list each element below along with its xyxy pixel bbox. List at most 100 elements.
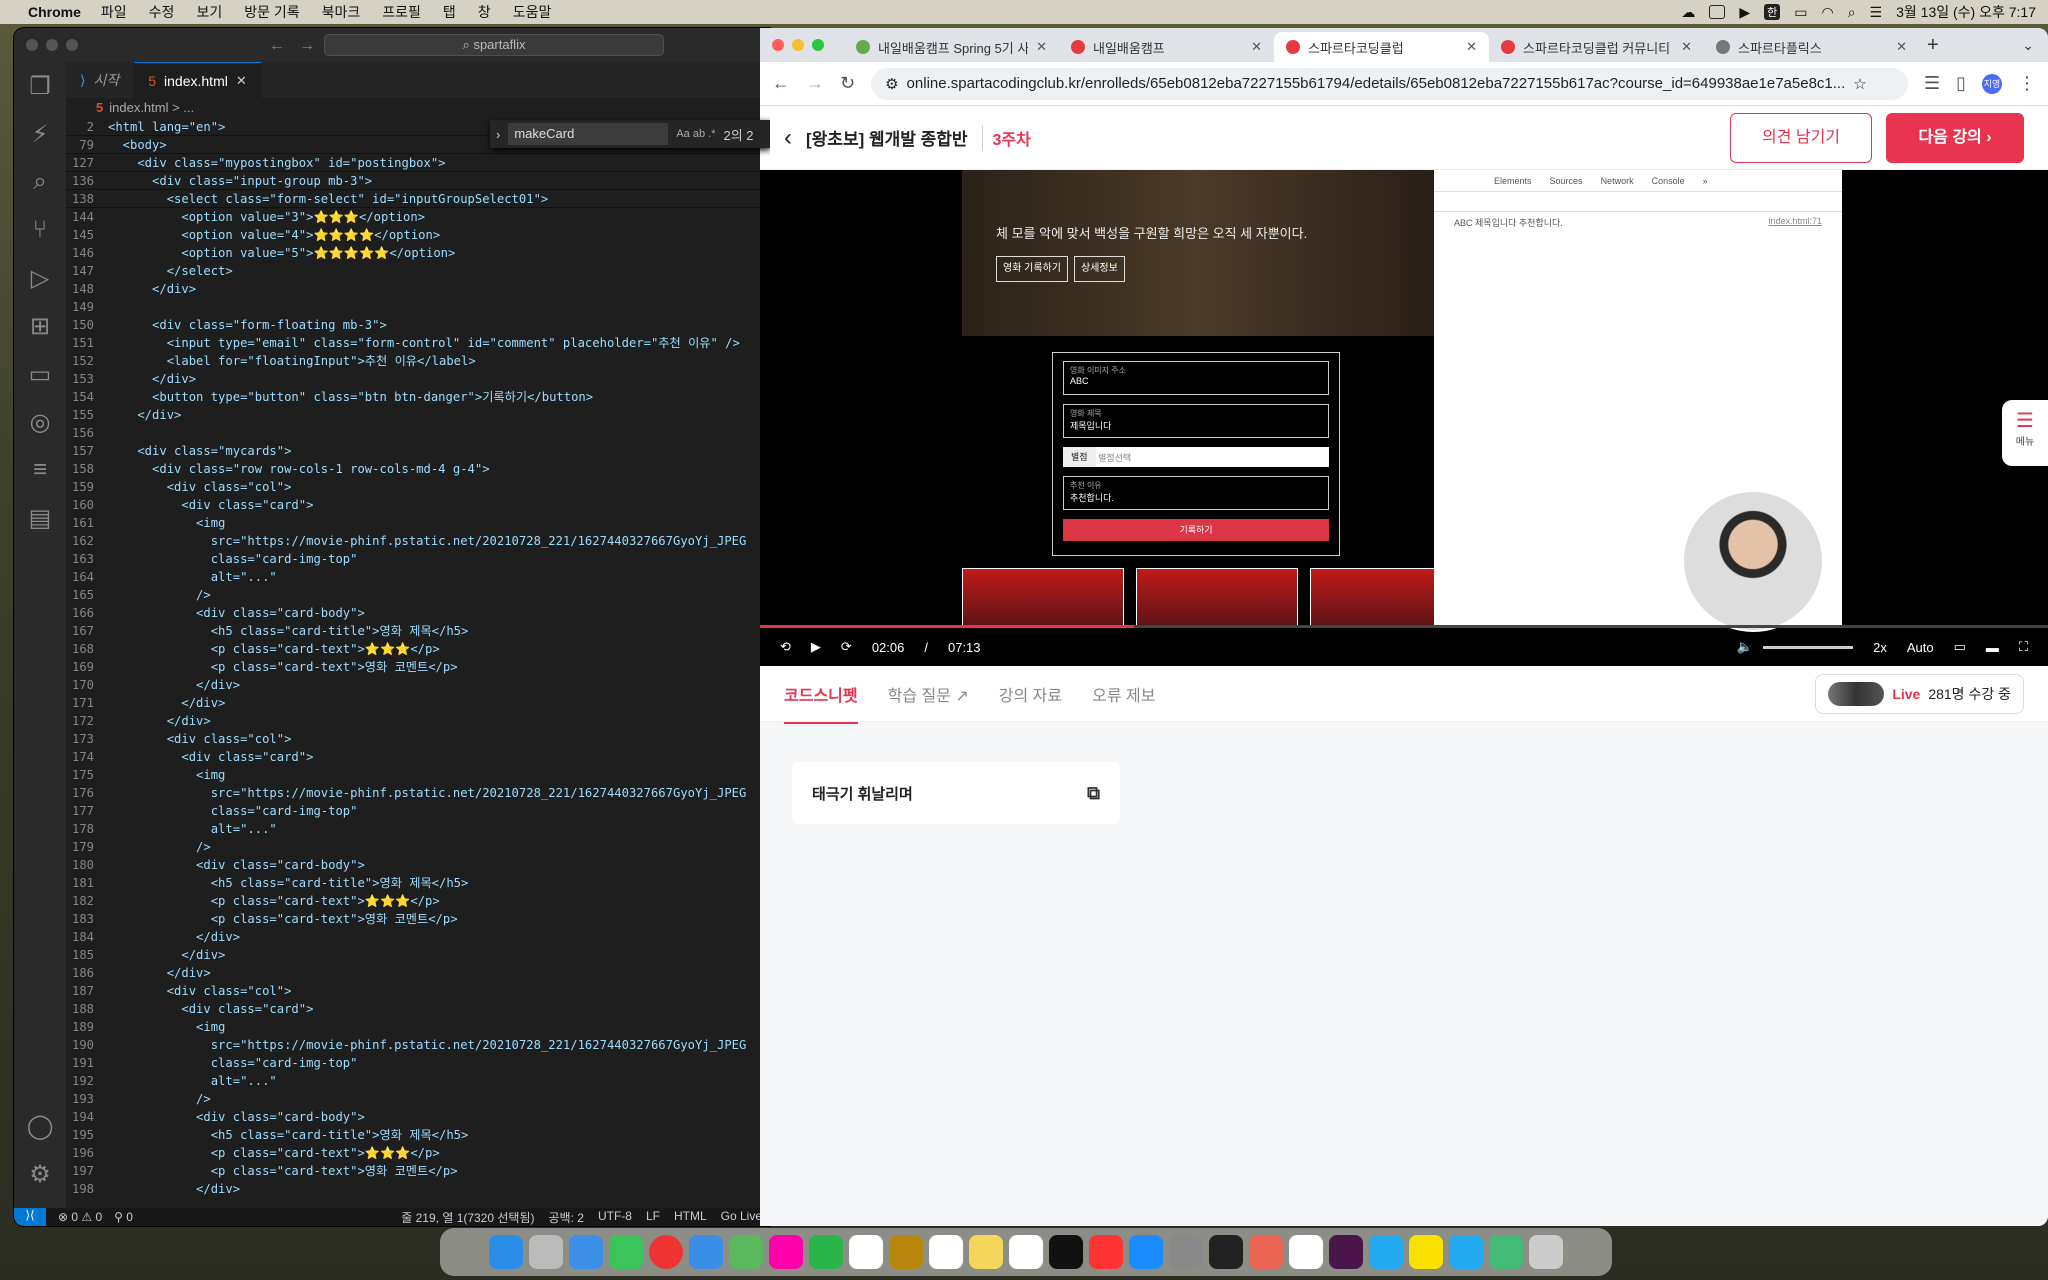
- tab-materials[interactable]: 강의 자료: [999, 682, 1062, 706]
- code-line[interactable]: 176 src="https://movie-phinf.pstatic.net…: [66, 784, 770, 802]
- quality-button[interactable]: Auto: [1907, 640, 1934, 655]
- code-line[interactable]: 175 <img: [66, 766, 770, 784]
- close-tab-icon[interactable]: ✕: [1681, 39, 1692, 55]
- code-line[interactable]: 160 <div class="card">: [66, 496, 770, 514]
- code-line[interactable]: 178 alt="...": [66, 820, 770, 838]
- reading-list-icon[interactable]: ☰: [1924, 73, 1940, 94]
- notion-icon[interactable]: [1289, 1235, 1323, 1269]
- code-line[interactable]: 144 <option value="3">⭐⭐⭐</option>: [66, 208, 770, 226]
- ports-count[interactable]: ⚲ 0: [114, 1210, 133, 1224]
- freeform-icon[interactable]: [1009, 1235, 1043, 1269]
- subtitles-icon[interactable]: ▭: [1954, 639, 1966, 655]
- code-line[interactable]: 165 />: [66, 586, 770, 604]
- copy-icon[interactable]: ⧉: [1087, 783, 1100, 804]
- terminal-icon[interactable]: [1209, 1235, 1243, 1269]
- code-line[interactable]: 196 <p class="card-text">⭐⭐⭐</p>: [66, 1144, 770, 1162]
- code-line[interactable]: 145 <option value="4">⭐⭐⭐⭐</option>: [66, 226, 770, 244]
- code-line[interactable]: 197 <p class="card-text">영화 코멘트</p>: [66, 1162, 770, 1180]
- code-line[interactable]: 152 <label for="floatingInput">추천 이유</la…: [66, 352, 770, 370]
- sticky-scroll-line[interactable]: 138 <select class="form-select" id="inpu…: [66, 190, 770, 208]
- launchpad-icon[interactable]: [529, 1235, 563, 1269]
- vscode-icon[interactable]: [1369, 1235, 1403, 1269]
- menu-tab[interactable]: 탭: [443, 2, 456, 22]
- control-center-icon[interactable]: ☰: [1870, 4, 1883, 21]
- browser-tab[interactable]: 내일배움캠프 ✕: [1059, 32, 1274, 62]
- code-line[interactable]: 168 <p class="card-text">⭐⭐⭐</p>: [66, 640, 770, 658]
- code-line[interactable]: 198 </div>: [66, 1180, 770, 1198]
- code-line[interactable]: 146 <option value="5">⭐⭐⭐⭐⭐</option>: [66, 244, 770, 262]
- theater-mode-icon[interactable]: ▬: [1986, 640, 1999, 655]
- back-chevron-icon[interactable]: ‹: [784, 124, 792, 152]
- code-line[interactable]: 153 </div>: [66, 370, 770, 388]
- more-menu-icon[interactable]: ⋮: [2018, 73, 2036, 94]
- find-input[interactable]: makeCard: [508, 123, 669, 145]
- gear-icon[interactable]: ⚙: [14, 1150, 66, 1198]
- code-line[interactable]: 184 </div>: [66, 928, 770, 946]
- tab-welcome[interactable]: ⟩ 시작: [66, 62, 135, 98]
- indent-spaces[interactable]: 공백: 2: [549, 1209, 584, 1226]
- finder-icon[interactable]: [489, 1235, 523, 1269]
- code-line[interactable]: 157 <div class="mycards">: [66, 442, 770, 460]
- reminders-icon[interactable]: [929, 1235, 963, 1269]
- url-bar[interactable]: ⚙ online.spartacodingclub.kr/enrolleds/65…: [871, 67, 1908, 100]
- bookmark-star-icon[interactable]: ☆: [1853, 75, 1866, 93]
- side-panel-icon[interactable]: ▯: [1956, 73, 1966, 94]
- code-line[interactable]: 186 </div>: [66, 964, 770, 982]
- code-line[interactable]: 173 <div class="col">: [66, 730, 770, 748]
- speed-button[interactable]: 2x: [1873, 640, 1887, 655]
- snippet-card[interactable]: 태극기 휘날리며 ⧉: [792, 762, 1120, 824]
- play-icon[interactable]: ▶: [1739, 4, 1750, 21]
- menu-bookmarks[interactable]: 북마크: [322, 2, 361, 22]
- video-player[interactable]: 체 모를 악에 맞서 백성을 구원할 희망은 오직 세 자뿐이다. 영화 기록하…: [760, 170, 2048, 666]
- code-line[interactable]: 177 class="card-img-top": [66, 802, 770, 820]
- notes-icon[interactable]: [969, 1235, 1003, 1269]
- messages-icon[interactable]: [609, 1235, 643, 1269]
- wifi-icon[interactable]: ◠: [1821, 4, 1833, 21]
- close-tab-icon[interactable]: ✕: [1466, 39, 1477, 55]
- code-line[interactable]: 150 <div class="form-floating mb-3">: [66, 316, 770, 334]
- go-live-button[interactable]: Go Live: [721, 1209, 762, 1226]
- battery-icon[interactable]: ▭: [1794, 4, 1807, 21]
- chevron-right-icon[interactable]: ›: [496, 127, 500, 142]
- app-store-icon[interactable]: [1129, 1235, 1163, 1269]
- reload-icon[interactable]: ↻: [840, 73, 855, 94]
- code-line[interactable]: 179 />: [66, 838, 770, 856]
- code-line[interactable]: 194 <div class="card-body">: [66, 1108, 770, 1126]
- back-icon[interactable]: ←: [772, 73, 790, 94]
- code-line[interactable]: 187 <div class="col">: [66, 982, 770, 1000]
- close-window-icon[interactable]: [26, 39, 38, 51]
- code-line[interactable]: 181 <h5 class="card-title">영화 제목</h5>: [66, 874, 770, 892]
- command-center-search[interactable]: ⌕ spartaflix: [324, 34, 664, 56]
- maps-icon[interactable]: [729, 1235, 763, 1269]
- contacts-icon[interactable]: [889, 1235, 923, 1269]
- tab-code-snippet[interactable]: 코드스니펫: [784, 682, 858, 724]
- code-line[interactable]: 182 <p class="card-text">⭐⭐⭐</p>: [66, 892, 770, 910]
- menu-history[interactable]: 방문 기록: [244, 2, 299, 22]
- account-icon[interactable]: ◯: [14, 1102, 66, 1150]
- code-line[interactable]: 147 </select>: [66, 262, 770, 280]
- chrome-icon[interactable]: [649, 1235, 683, 1269]
- code-line[interactable]: 195 <h5 class="card-title">영화 제목</h5>: [66, 1126, 770, 1144]
- code-line[interactable]: 164 alt="...": [66, 568, 770, 586]
- encoding[interactable]: UTF-8: [598, 1209, 632, 1226]
- database-icon[interactable]: ≡: [14, 446, 66, 494]
- code-line[interactable]: 149: [66, 298, 770, 316]
- fullscreen-icon[interactable]: ⛶: [2019, 639, 2028, 655]
- input-method-icon[interactable]: 한: [1764, 4, 1781, 20]
- feedback-button[interactable]: 의견 남기기: [1730, 112, 1872, 163]
- forward-icon[interactable]: →: [806, 73, 824, 94]
- browser-tab[interactable]: 내일배움캠프 Spring 5기 사전 ✕: [844, 32, 1059, 62]
- menu-file[interactable]: 파일: [101, 2, 127, 22]
- music-icon[interactable]: [1089, 1235, 1123, 1269]
- next-lecture-button[interactable]: 다음 강의 ›: [1886, 112, 2024, 163]
- close-tab-icon[interactable]: ✕: [1896, 39, 1907, 55]
- sticky-scroll-line[interactable]: 127 <div class="mypostingbox" id="postin…: [66, 154, 770, 172]
- code-line[interactable]: 156: [66, 424, 770, 442]
- browser-tab-active[interactable]: 스파르타코딩클럽 ✕: [1274, 32, 1489, 62]
- mail-icon[interactable]: [689, 1235, 723, 1269]
- minimize-window-icon[interactable]: [792, 39, 804, 51]
- code-line[interactable]: 154 <button type="button" class="btn btn…: [66, 388, 770, 406]
- menu-profiles[interactable]: 프로필: [382, 2, 421, 22]
- minimize-window-icon[interactable]: [46, 39, 58, 51]
- downloads-stack-icon[interactable]: [1489, 1235, 1523, 1269]
